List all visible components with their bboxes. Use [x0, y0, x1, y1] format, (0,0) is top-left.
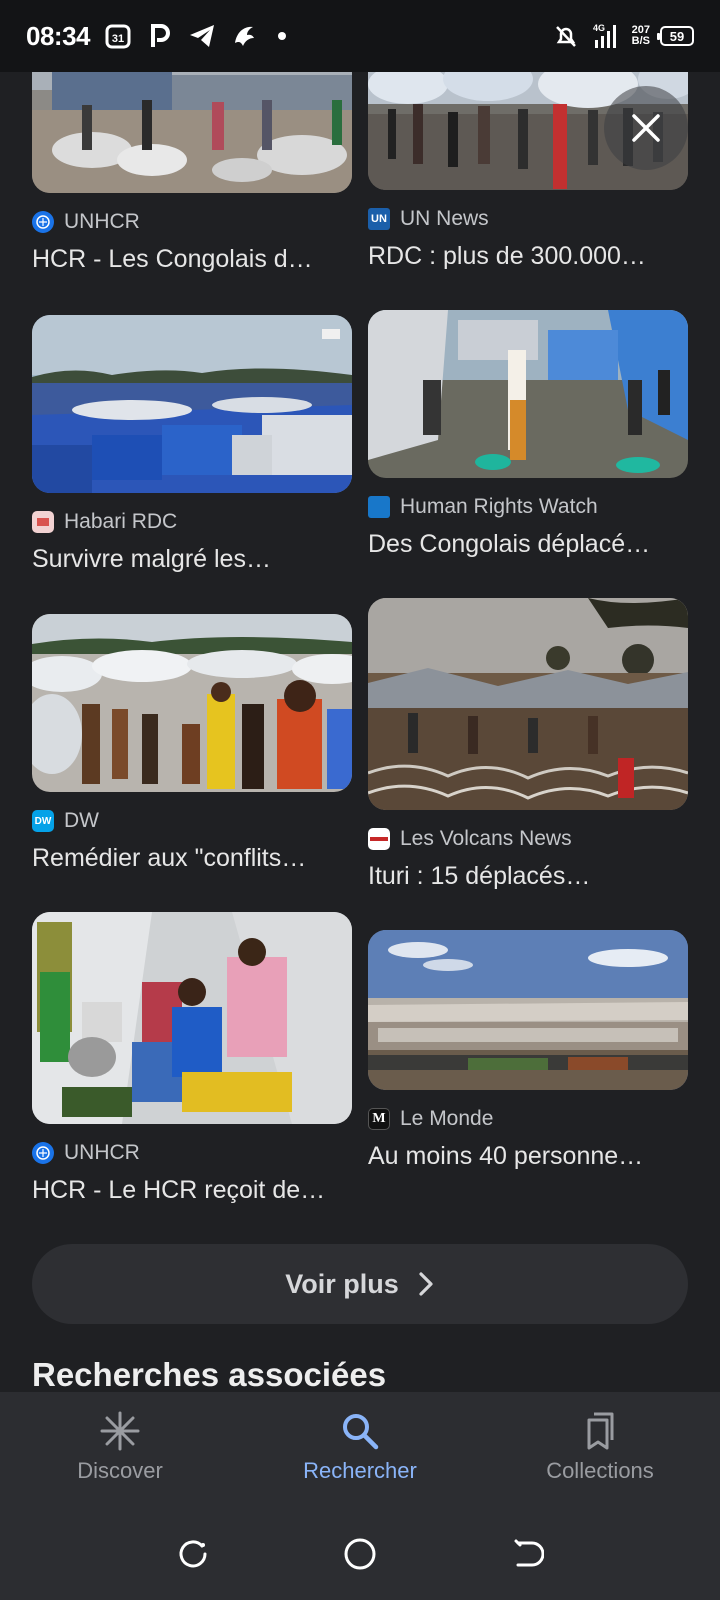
result-headline[interactable]: Au moins 40 personne…: [368, 1142, 668, 1171]
result-image[interactable]: [368, 598, 688, 810]
result-image[interactable]: [32, 614, 352, 792]
unhcr-logo-icon: [32, 1142, 54, 1164]
voir-plus-button[interactable]: Voir plus: [32, 1244, 688, 1324]
result-card[interactable]: M Le Monde Au moins 40 personne…: [368, 930, 688, 1171]
result-card[interactable]: DW DW Remédier aux "conflits…: [32, 614, 352, 873]
source-name: Human Rights Watch: [400, 495, 598, 518]
result-headline[interactable]: Remédier aux "conflits…: [32, 844, 332, 873]
source-name: DW: [64, 809, 99, 832]
signal-icon: 4G: [590, 22, 622, 50]
result-image[interactable]: [368, 310, 688, 478]
silent-bell-icon: [552, 22, 580, 50]
source-name: Les Volcans News: [400, 827, 572, 850]
chevron-right-icon: [419, 1272, 433, 1296]
results-content: UNHCR HCR - Les Congolais d… UN UN News …: [0, 0, 720, 1395]
bottom-navigation: Discover Rechercher Collections: [0, 1392, 720, 1507]
nav-label: Collections: [546, 1458, 654, 1483]
recent-apps-icon[interactable]: [176, 1537, 210, 1571]
result-image[interactable]: [32, 912, 352, 1124]
un-news-logo-icon: UN: [368, 208, 390, 230]
unhcr-logo-icon: [32, 211, 54, 233]
result-card[interactable]: UNHCR HCR - Le HCR reçoit de…: [32, 912, 352, 1205]
nav-collections[interactable]: Collections: [490, 1410, 710, 1484]
telegram-icon: [188, 22, 216, 50]
nav-label: Rechercher: [303, 1458, 417, 1483]
back-icon[interactable]: [510, 1537, 544, 1571]
result-headline[interactable]: Ituri : 15 déplacés…: [368, 862, 668, 891]
result-image[interactable]: [368, 930, 688, 1090]
close-button[interactable]: [604, 86, 688, 170]
nav-discover[interactable]: Discover: [10, 1410, 230, 1484]
battery-indicator: 59: [657, 26, 694, 46]
close-icon: [632, 114, 660, 142]
collections-icon: [587, 1412, 614, 1450]
source-name: Habari RDC: [64, 510, 178, 533]
hrw-logo-icon: [368, 496, 390, 518]
source-name: UNHCR: [64, 210, 140, 233]
asterisk-icon: [100, 1411, 140, 1451]
le-monde-logo-icon: M: [368, 1108, 390, 1130]
svg-text:4G: 4G: [593, 23, 605, 33]
source-name: Le Monde: [400, 1107, 494, 1130]
related-searches-heading: Recherches associées: [32, 1356, 387, 1393]
status-bar: 08:34 31 4G 207 B/S 59: [0, 0, 720, 72]
clock: 08:34: [26, 20, 91, 51]
calendar-icon: 31: [104, 22, 132, 50]
parking-p-icon: [146, 22, 174, 50]
nav-rechercher[interactable]: Rechercher: [250, 1410, 470, 1484]
result-card[interactable]: Human Rights Watch Des Congolais déplacé…: [368, 310, 688, 559]
nav-label: Discover: [77, 1458, 163, 1483]
network-speed: 207 B/S: [631, 24, 650, 47]
result-headline[interactable]: HCR - Le HCR reçoit de…: [32, 1176, 332, 1205]
result-card[interactable]: Habari RDC Survivre malgré les…: [32, 315, 352, 574]
system-navigation-bar: [0, 1507, 720, 1600]
source-name: UN News: [400, 207, 489, 230]
search-icon: [343, 1414, 379, 1450]
source-name: UNHCR: [64, 1141, 140, 1164]
notification-dot: [278, 32, 286, 40]
result-headline[interactable]: Survivre malgré les…: [32, 545, 332, 574]
result-headline[interactable]: RDC : plus de 300.000…: [368, 242, 668, 271]
home-icon[interactable]: [342, 1536, 378, 1572]
les-volcans-news-logo-icon: [368, 828, 390, 850]
result-card[interactable]: Les Volcans News Ituri : 15 déplacés…: [368, 598, 688, 891]
dw-logo-icon: DW: [32, 810, 54, 832]
habari-rdc-logo-icon: [32, 511, 54, 533]
voir-plus-label: Voir plus: [285, 1268, 399, 1299]
result-headline[interactable]: Des Congolais déplacé…: [368, 530, 668, 559]
bird-app-icon: [230, 22, 258, 50]
result-headline[interactable]: HCR - Les Congolais d…: [32, 245, 332, 274]
result-image[interactable]: [32, 315, 352, 493]
svg-text:31: 31: [112, 33, 124, 45]
